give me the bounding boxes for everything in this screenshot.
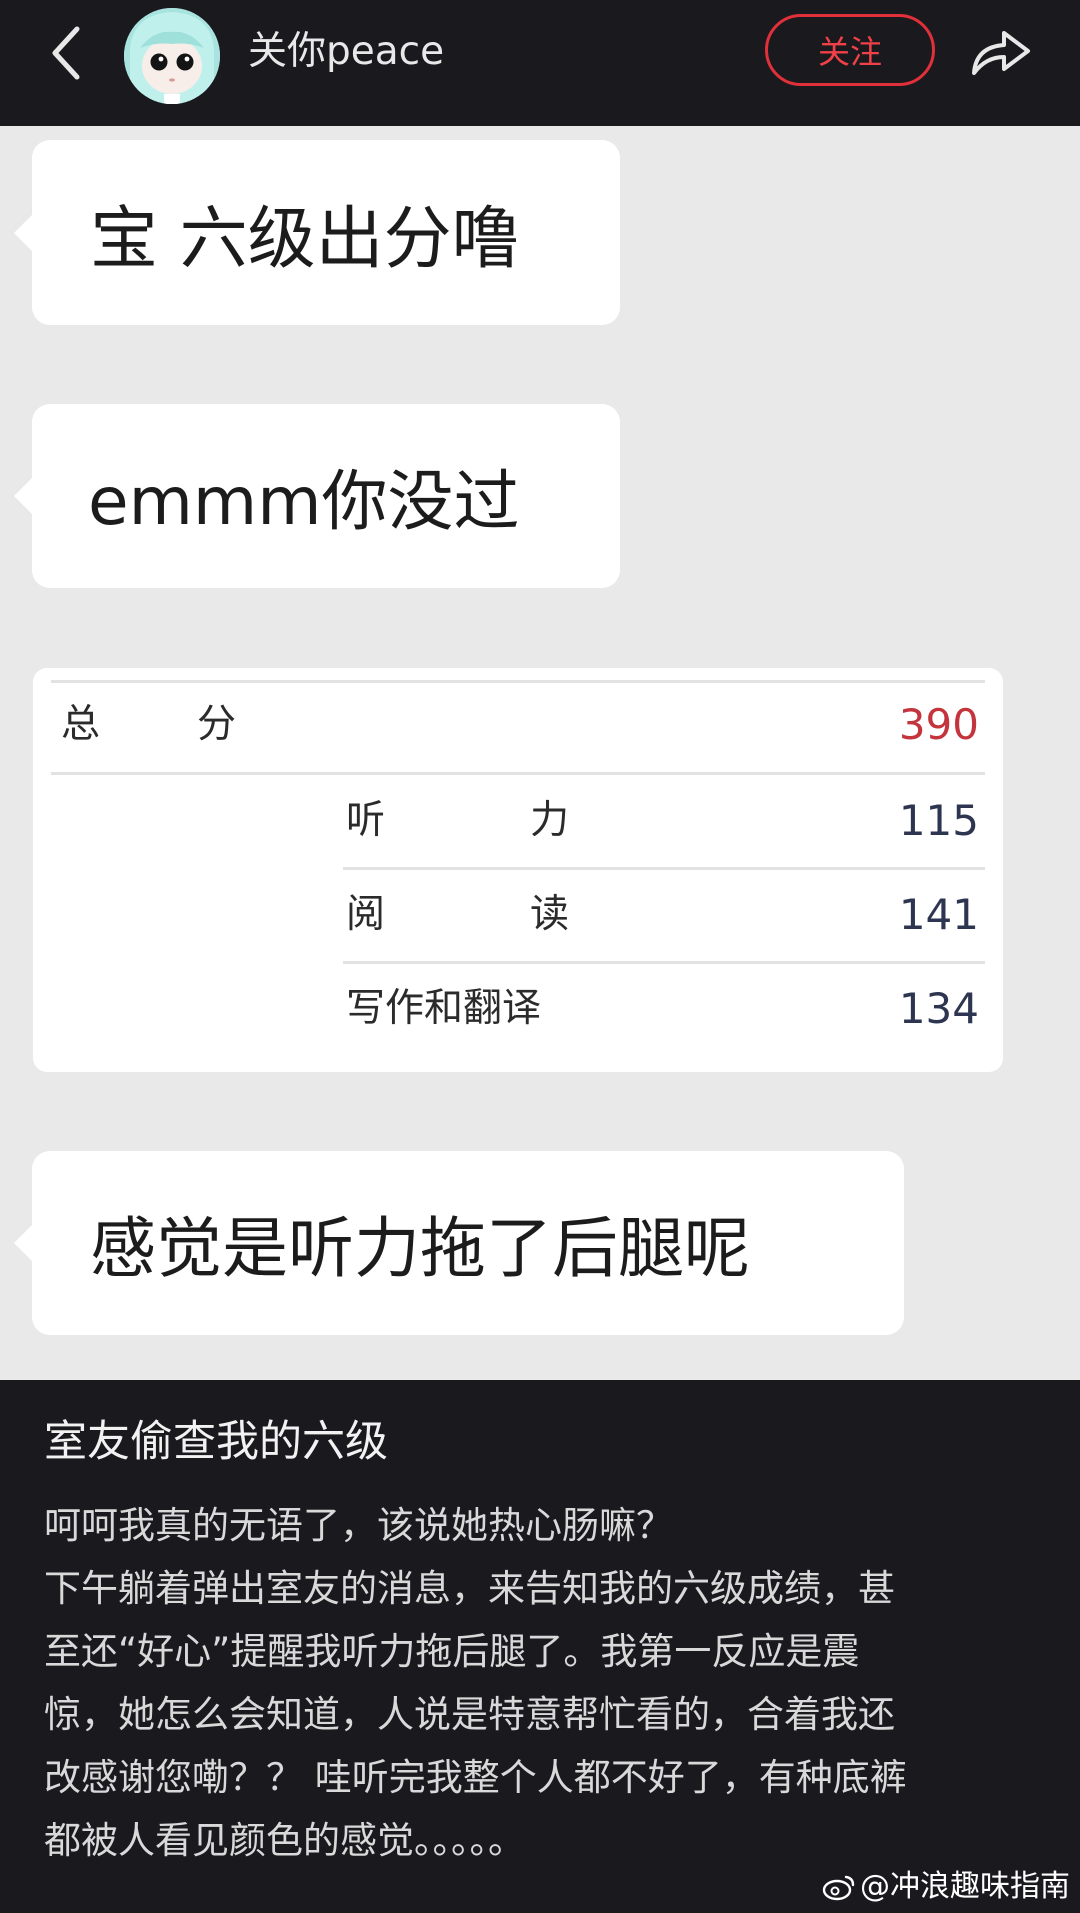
reading-label-char: 读 <box>530 892 570 937</box>
score-card: 总 分 390 听 力 115 阅 读 141 写作和翻译 134 <box>33 668 1003 1072</box>
reading-label-char: 阅 <box>346 892 386 937</box>
post-body-line: 都被人看见颜色的感觉。。。。。 <box>44 1819 525 1862</box>
writing-translation-score-value: 134 <box>898 984 979 1033</box>
divider <box>51 772 985 775</box>
post-content: 室友偷查我的六级 呵呵我真的无语了，该说她热心肠嘛？ 下午躺着弹出室友的消息，来… <box>0 1380 1080 1913</box>
chat-bubble: 宝 六级出分噜 <box>14 140 620 325</box>
avatar[interactable] <box>124 8 220 104</box>
writing-translation-label: 写作和翻译 <box>346 986 542 1031</box>
divider <box>51 680 985 683</box>
chevron-left-icon <box>52 26 80 80</box>
divider <box>343 867 985 870</box>
share-arrow-icon <box>972 31 1030 75</box>
post-title: 室友偷查我的六级 <box>44 1417 388 1467</box>
divider <box>343 961 985 964</box>
watermark: @冲浪趣味指南 <box>822 1867 1070 1907</box>
share-button[interactable] <box>968 18 1034 84</box>
total-score-value: 390 <box>898 700 979 749</box>
post-body-line: 下午躺着弹出室友的消息，来告知我的六级成绩，甚 <box>44 1567 895 1610</box>
post-body-line: 改感谢您嘞？？ 哇听完我整个人都不好了，有种底裤 <box>44 1756 907 1799</box>
listening-label-char: 听 <box>346 798 386 843</box>
total-label-char: 分 <box>197 702 237 747</box>
back-button[interactable] <box>36 18 96 88</box>
follow-button[interactable]: 关注 <box>765 14 935 86</box>
chat-bubble: emmm你没过 <box>14 404 620 588</box>
avatar-doll-icon <box>124 8 220 104</box>
weibo-logo-icon <box>822 1875 855 1901</box>
post-body-line: 惊，她怎么会知道，人说是特意帮忙看的，合着我还 <box>44 1693 895 1736</box>
post-body-line: 至还“好心”提醒我听力拖后腿了。我第一反应是震 <box>44 1630 860 1673</box>
listening-label-char: 力 <box>530 798 570 843</box>
chat-screenshot-image: 宝 六级出分噜 emmm你没过 总 分 390 听 力 115 阅 读 141 … <box>0 126 1080 1380</box>
top-bar: 关你peace 关注 <box>0 0 1080 126</box>
total-label-char: 总 <box>61 702 101 747</box>
chat-bubble: 感觉是听力拖了后腿呢 <box>14 1151 904 1335</box>
reading-score-value: 141 <box>898 890 979 939</box>
username[interactable]: 关你peace <box>248 22 444 82</box>
listening-score-value: 115 <box>898 796 979 845</box>
post-body-line: 呵呵我真的无语了，该说她热心肠嘛？ <box>44 1504 673 1547</box>
watermark-text: @冲浪趣味指南 <box>860 1869 1070 1904</box>
